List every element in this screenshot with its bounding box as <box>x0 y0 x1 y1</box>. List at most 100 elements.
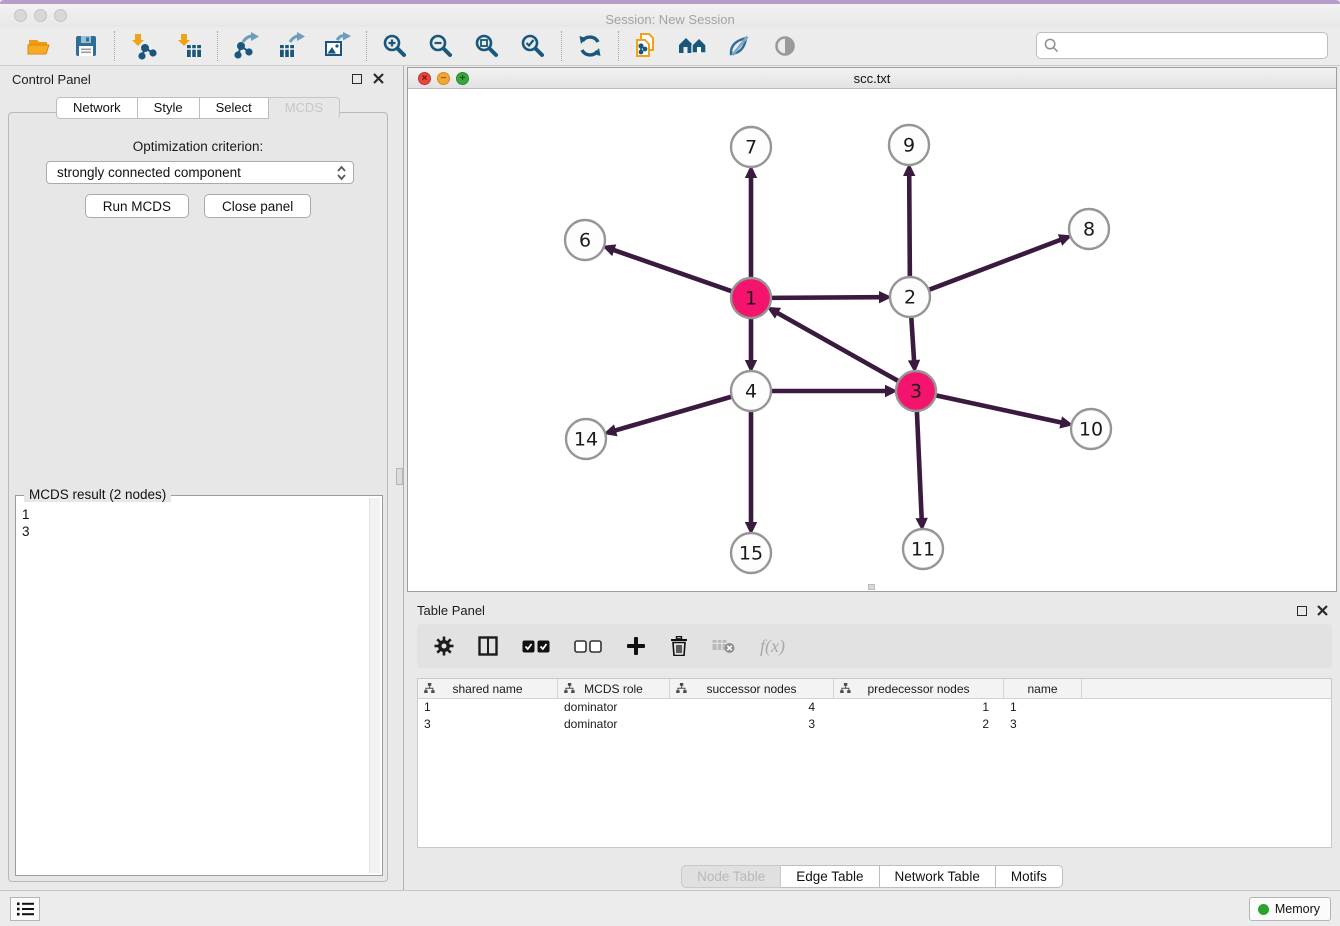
edge-1-6[interactable] <box>614 250 731 291</box>
deselect-all-button[interactable] <box>574 640 602 653</box>
sort-hierarchy-icon <box>424 683 435 694</box>
zoom-out-button[interactable] <box>426 31 456 61</box>
duplicate-network-button[interactable] <box>632 31 662 61</box>
trash-icon <box>670 636 688 656</box>
sort-hierarchy-icon <box>564 683 575 694</box>
column-header-successor-nodes[interactable]: successor nodes <box>670 679 834 698</box>
mcds-buttons-row: Run MCDS Close panel <box>9 194 387 218</box>
close-panel-icon[interactable] <box>373 73 384 84</box>
graph-node-label-8: 8 <box>1083 219 1095 241</box>
float-panel-icon[interactable] <box>352 74 362 84</box>
column-header-shared-name[interactable]: shared name <box>418 679 558 698</box>
vertical-splitter[interactable] <box>396 66 404 890</box>
network-graph[interactable]: 7968124314101511 <box>408 89 1336 591</box>
function-builder-button[interactable]: f(x) <box>760 636 785 657</box>
refresh-icon <box>577 33 603 59</box>
delete-table-button[interactable] <box>712 638 736 654</box>
cell: 2 <box>834 716 1004 733</box>
edge-4-14[interactable] <box>616 397 731 430</box>
graph-node-label-11: 11 <box>911 539 935 561</box>
column-visibility-button[interactable] <box>478 636 498 656</box>
graph-node-label-6: 6 <box>579 230 591 252</box>
plus-icon <box>626 636 646 656</box>
import-table-button[interactable] <box>174 31 204 61</box>
edge-2-9[interactable] <box>909 176 910 276</box>
sort-hierarchy-icon <box>676 683 687 694</box>
control-panel-header: Control Panel <box>0 66 396 92</box>
tab-style[interactable]: Style <box>138 97 200 119</box>
edge-3-11[interactable] <box>917 412 922 518</box>
edge-2-8[interactable] <box>930 240 1060 290</box>
float-table-panel-icon[interactable] <box>1297 606 1307 616</box>
delete-table-icon <box>712 638 736 654</box>
app-titlebar: Session: New Session <box>0 4 1340 27</box>
column-header-name[interactable]: name <box>1004 679 1082 698</box>
table-panel: Table Panel <box>404 598 1340 890</box>
export-network-button[interactable] <box>231 31 261 61</box>
import-network-icon <box>129 32 157 60</box>
tab-network-table[interactable]: Network Table <box>880 865 996 888</box>
zoom-selected-icon <box>520 33 546 59</box>
edge-2-3[interactable] <box>911 318 914 360</box>
open-session-button[interactable] <box>25 31 55 61</box>
export-image-button[interactable] <box>323 31 353 61</box>
tab-select[interactable]: Select <box>200 97 269 119</box>
export-table-button[interactable] <box>277 31 307 61</box>
criterion-dropdown-value: strongly connected component <box>57 165 336 180</box>
column-header-MCDS-role[interactable]: MCDS role <box>558 679 670 698</box>
tab-edge-table[interactable]: Edge Table <box>781 865 879 888</box>
sort-hierarchy-icon <box>840 683 851 694</box>
close-table-panel-icon[interactable] <box>1317 605 1328 616</box>
control-panel: Control Panel NetworkStyleSelectMCDS Opt… <box>0 66 396 890</box>
column-header-predecessor-nodes[interactable]: predecessor nodes <box>834 679 1004 698</box>
add-column-button[interactable] <box>626 636 646 656</box>
cell: 3 <box>670 716 834 733</box>
hide-annotations-button[interactable] <box>724 31 754 61</box>
close-panel-button[interactable]: Close panel <box>204 194 311 218</box>
criterion-dropdown[interactable]: strongly connected component <box>46 161 354 184</box>
optimization-criterion-label: Optimization criterion: <box>9 139 387 154</box>
chevron-up-down-icon <box>336 165 347 181</box>
import-network-button[interactable] <box>128 31 158 61</box>
mcds-result-scrollbar[interactable] <box>369 498 380 873</box>
edge-3-1[interactable] <box>778 313 898 380</box>
save-session-button[interactable] <box>71 31 101 61</box>
columns-icon <box>478 636 498 656</box>
zoom-in-button[interactable] <box>380 31 410 61</box>
graph-node-label-9: 9 <box>903 135 915 157</box>
folder-open-icon <box>27 33 53 59</box>
zoom-in-icon <box>382 33 408 59</box>
table-toolbar: f(x) <box>417 624 1332 668</box>
zoom-fit-button[interactable] <box>472 31 502 61</box>
splitter-grip[interactable] <box>396 468 403 485</box>
edge-3-10[interactable] <box>937 395 1061 422</box>
tab-node-table[interactable]: Node Table <box>681 865 781 888</box>
table-panel-header: Table Panel <box>404 598 1340 622</box>
unchecked-boxes-icon <box>574 640 602 653</box>
table-row-1[interactable]: 1dominator411 <box>418 699 1331 716</box>
search-input[interactable] <box>1064 35 1327 57</box>
graph-node-label-15: 15 <box>739 543 763 565</box>
right-column: × − + scc.txt 7968124314101511 Table Pan… <box>404 66 1340 890</box>
network-resize-grip[interactable] <box>868 584 875 590</box>
first-neighbors-button[interactable] <box>678 31 708 61</box>
tab-mcds[interactable]: MCDS <box>269 97 340 119</box>
table-settings-button[interactable] <box>434 636 454 656</box>
select-all-button[interactable] <box>522 640 550 653</box>
tab-motifs[interactable]: Motifs <box>996 865 1063 888</box>
node-table-body: 1dominator4113dominator323 <box>418 699 1331 733</box>
network-canvas[interactable]: 7968124314101511 <box>408 89 1336 591</box>
edge-1-2[interactable] <box>772 297 879 298</box>
eye-button[interactable] <box>770 31 800 61</box>
gear-icon <box>434 636 454 656</box>
memory-button[interactable]: Memory <box>1249 897 1331 921</box>
task-history-button[interactable] <box>10 897 40 921</box>
run-mcds-button[interactable]: Run MCDS <box>85 194 189 218</box>
delete-column-button[interactable] <box>670 636 688 656</box>
table-row-2[interactable]: 3dominator323 <box>418 716 1331 733</box>
import-table-icon <box>175 32 203 60</box>
zoom-selected-button[interactable] <box>518 31 548 61</box>
graph-node-label-7: 7 <box>745 137 757 159</box>
refresh-view-button[interactable] <box>575 31 605 61</box>
tab-network[interactable]: Network <box>56 97 138 119</box>
